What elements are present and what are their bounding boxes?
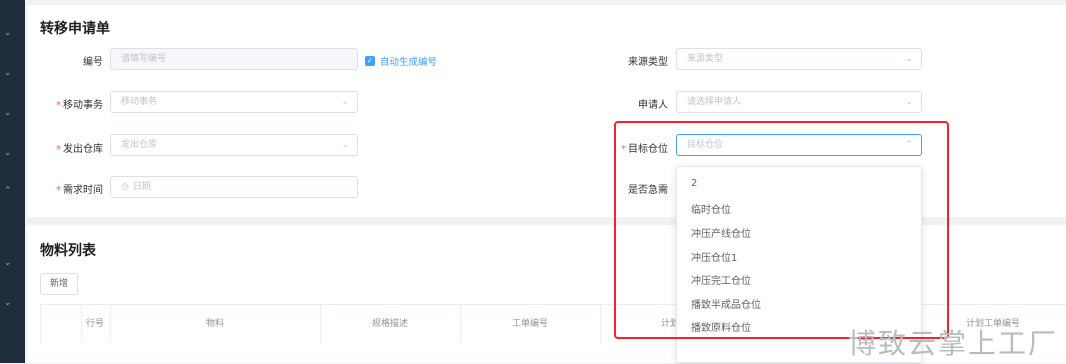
materials-title: 物料列表 xyxy=(40,243,96,259)
chevron-up-icon[interactable]: ⌃ xyxy=(4,186,12,196)
chevron-down-icon: ⌄ xyxy=(341,140,349,150)
chevron-down-icon[interactable]: ⌄ xyxy=(4,108,12,118)
chevron-down-icon: ⌄ xyxy=(905,54,913,64)
dropdown-option[interactable]: 冲压完工仓位 xyxy=(691,272,751,287)
dropdown-option[interactable]: 冲压仓位1 xyxy=(691,249,737,264)
chevron-up-icon: ⌃ xyxy=(905,140,913,150)
dropdown-option[interactable]: 临时仓位 xyxy=(691,201,731,216)
urgent-label: 是否急需 xyxy=(628,185,668,196)
add-material-button[interactable]: 新增 xyxy=(40,273,78,295)
chevron-down-icon[interactable]: ⌄ xyxy=(4,68,12,78)
column-material: 物料 xyxy=(110,305,321,343)
column-spec: 规格描述 xyxy=(320,305,461,343)
source-type-label: 来源类型 xyxy=(628,57,668,68)
required-time-picker[interactable]: ◷ 日期 xyxy=(110,176,358,198)
chevron-down-icon[interactable]: ⌄ xyxy=(4,298,12,308)
source-warehouse-select[interactable]: 发出仓库 ⌄ xyxy=(110,134,358,156)
code-label: 编号 xyxy=(83,57,103,68)
auto-generate-label: 自动生成编号 xyxy=(380,57,438,68)
chevron-down-icon[interactable]: ⌄ xyxy=(4,258,12,268)
sidebar: ⌄ ⌄ ⌄ ⌄ ⌃ ⌄ ⌄ xyxy=(0,0,25,363)
chevron-down-icon: ⌄ xyxy=(341,97,349,107)
applicant-label: 申请人 xyxy=(638,100,668,111)
chevron-down-icon: ⌄ xyxy=(905,97,913,107)
move-event-label: * 移动事务 xyxy=(56,100,103,111)
required-time-label: * 需求时间 xyxy=(56,185,103,196)
dropdown-option[interactable]: 冲压产线仓位 xyxy=(691,225,751,240)
clock-icon: ◷ xyxy=(121,182,129,192)
target-location-label: * 目标仓位 xyxy=(621,144,668,155)
applicant-select[interactable]: 请选择申请人 ⌄ xyxy=(676,91,922,113)
auto-generate-checkbox[interactable]: ✓ 自动生成编号 xyxy=(365,54,437,68)
chevron-down-icon[interactable]: ⌄ xyxy=(4,148,12,158)
dropdown-option[interactable]: 播致半成品仓位 xyxy=(691,296,761,311)
column-empty xyxy=(40,305,82,343)
code-input[interactable]: 请填写编号 xyxy=(110,48,358,70)
source-type-select[interactable]: 来源类型 ⌄ xyxy=(676,48,922,70)
column-row-number: 行号 xyxy=(80,305,111,343)
check-icon: ✓ xyxy=(365,56,375,66)
form-title: 转移申请单 xyxy=(40,21,110,37)
target-location-select[interactable]: 目标仓位 ⌃ xyxy=(676,134,922,156)
source-warehouse-label: * 发出仓库 xyxy=(56,144,103,155)
dropdown-option[interactable]: 播致原料仓位 xyxy=(691,319,751,334)
move-event-select[interactable]: 移动事务 ⌄ xyxy=(110,91,358,113)
chevron-down-icon[interactable]: ⌄ xyxy=(4,28,12,38)
watermark: 博致云掌上工厂 xyxy=(848,327,1059,360)
dropdown-option[interactable]: 2 xyxy=(691,178,697,189)
column-work-order: 工单编号 xyxy=(460,305,601,343)
